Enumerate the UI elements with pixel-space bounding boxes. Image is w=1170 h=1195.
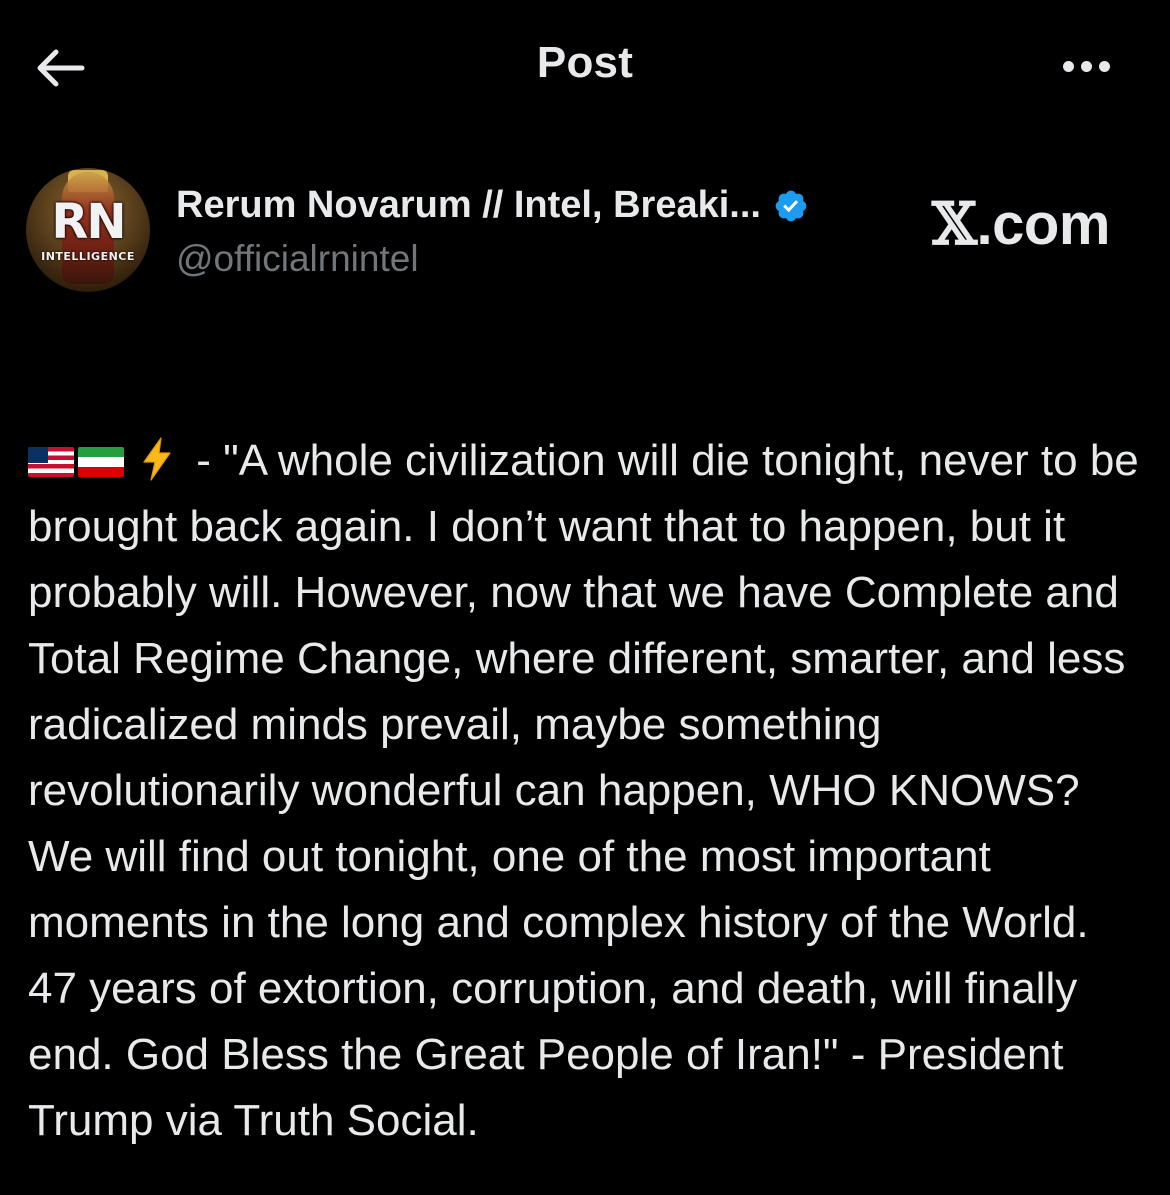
avatar[interactable]: RN INTELLIGENCE [26, 168, 150, 292]
iran-flag-icon [78, 447, 124, 477]
display-name: Rerum Novarum // Intel, Breaki... [176, 184, 761, 226]
more-dots-icon [1062, 60, 1110, 72]
verified-badge-icon [775, 190, 807, 221]
post-text-content: - "A whole civilization will die tonight… [28, 436, 1139, 1145]
more-options-button[interactable] [1054, 44, 1118, 88]
us-flag-icon [28, 447, 74, 477]
avatar-logo-subtext: INTELLIGENCE [41, 250, 135, 263]
lightning-bolt-icon [143, 437, 171, 481]
x-logo-icon: 𝕏 [932, 190, 977, 258]
avatar-logo-text: RN [51, 194, 126, 250]
watermark-text: .com [976, 192, 1111, 257]
display-name-link[interactable]: Rerum Novarum // Intel, Breaki... [176, 184, 809, 227]
x-com-watermark: 𝕏 .com [932, 190, 1110, 258]
post-text: - "A whole civilization will die tonight… [28, 362, 1146, 1154]
page-title: Post [536, 38, 634, 87]
user-handle[interactable]: @officialrnintel [176, 238, 419, 280]
top-bar: Post [0, 0, 1170, 136]
emoji-group [28, 436, 184, 485]
